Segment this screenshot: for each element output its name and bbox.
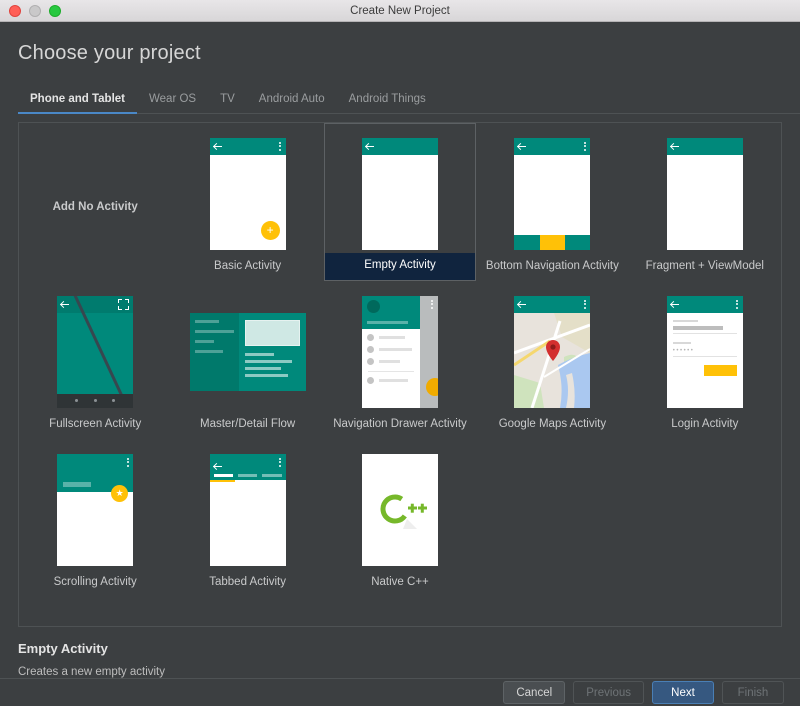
thumbnail-basic-activity: + xyxy=(210,138,286,250)
back-arrow-icon xyxy=(518,300,527,309)
thumbnail-scrolling-activity: ★ xyxy=(57,454,133,566)
template-card-label: Master/Detail Flow xyxy=(171,412,323,439)
create-new-project-dialog: Choose your project Phone and TabletWear… xyxy=(0,22,800,706)
thumbnail-master-detail xyxy=(190,313,306,391)
back-arrow-icon xyxy=(518,142,527,151)
template-card-navigation-drawer-activity[interactable]: Navigation Drawer Activity xyxy=(324,281,476,439)
template-description: Empty Activity Creates a new empty activ… xyxy=(0,627,800,678)
template-card-basic-activity[interactable]: + Basic Activity xyxy=(171,123,323,281)
template-card-label: Scrolling Activity xyxy=(19,570,171,597)
template-gallery[interactable]: Add No Activity + Basic ActivityEmpty Act… xyxy=(18,122,782,627)
back-arrow-icon xyxy=(671,142,680,151)
template-grid: Add No Activity + Basic ActivityEmpty Act… xyxy=(19,123,781,597)
tab-android-auto[interactable]: Android Auto xyxy=(247,89,337,114)
template-card-label: Bottom Navigation Activity xyxy=(476,254,628,281)
description-title: Empty Activity xyxy=(18,641,782,656)
sign-in-button-icon xyxy=(704,365,737,376)
template-thumbnail: Add No Activity xyxy=(19,133,171,281)
description-text: Creates a new empty activity xyxy=(18,666,782,678)
template-thumbnail: + xyxy=(171,133,323,254)
selected-tab-indicator xyxy=(210,480,235,483)
thumbnail-google-maps xyxy=(514,296,590,408)
template-thumbnail: •••••• xyxy=(629,291,781,412)
template-thumbnail xyxy=(324,291,476,412)
back-arrow-icon xyxy=(214,462,223,471)
thumbnail-login-activity: •••••• xyxy=(667,296,743,408)
thumbnail-empty-activity xyxy=(362,138,438,250)
map-graphic xyxy=(514,313,590,408)
detail-image-placeholder xyxy=(245,320,299,346)
back-arrow-icon xyxy=(366,142,375,151)
template-thumbnail xyxy=(171,449,323,570)
template-card-label: Google Maps Activity xyxy=(476,412,628,439)
template-card-label: Tabbed Activity xyxy=(171,570,323,597)
cpp-logo-icon xyxy=(373,489,427,531)
window-title: Create New Project xyxy=(0,5,800,17)
expand-icon xyxy=(118,299,129,310)
bottom-navigation-bar-icon xyxy=(514,235,590,250)
back-arrow-icon xyxy=(214,142,223,151)
floating-action-button-icon xyxy=(426,378,438,396)
overflow-menu-icon xyxy=(126,458,129,467)
previous-button: Previous xyxy=(573,681,644,704)
overflow-menu-icon xyxy=(279,458,282,467)
back-arrow-icon xyxy=(671,300,680,309)
template-thumbnail xyxy=(19,291,171,412)
window-titlebar: Create New Project xyxy=(0,0,800,22)
template-thumbnail xyxy=(476,133,628,254)
template-card-label: Navigation Drawer Activity xyxy=(324,412,476,439)
avatar-icon xyxy=(367,300,380,313)
template-thumbnail: ★ xyxy=(19,449,171,570)
template-thumbnail xyxy=(324,449,476,570)
page-title: Choose your project xyxy=(0,22,800,65)
template-card-scrolling-activity[interactable]: ★ Scrolling Activity xyxy=(19,439,171,597)
template-card-bottom-navigation-activity[interactable]: Bottom Navigation Activity xyxy=(476,123,628,281)
thumbnail-fragment-viewmodel xyxy=(667,138,743,250)
overflow-menu-icon xyxy=(279,142,282,151)
tab-wear-os[interactable]: Wear OS xyxy=(137,89,208,114)
template-card-add-no-activity[interactable]: Add No Activity xyxy=(19,123,171,281)
thumbnail-navigation-drawer xyxy=(362,296,438,408)
template-card-label: Fullscreen Activity xyxy=(19,412,171,439)
thumbnail-bottom-navigation xyxy=(514,138,590,250)
overflow-menu-icon xyxy=(431,300,434,309)
next-button[interactable]: Next xyxy=(652,681,714,704)
template-card-login-activity[interactable]: •••••• Login Activity xyxy=(629,281,781,439)
template-card-master-detail-flow[interactable]: Master/Detail Flow xyxy=(171,281,323,439)
system-nav-bar-icon xyxy=(57,394,133,408)
template-card-empty-activity[interactable]: Empty Activity xyxy=(324,123,476,281)
template-card-native-c-[interactable]: Native C++ xyxy=(324,439,476,597)
overflow-menu-icon xyxy=(583,300,586,309)
dialog-footer: Cancel Previous Next Finish xyxy=(0,678,800,706)
thumbnail-tabbed-activity xyxy=(210,454,286,566)
template-thumbnail xyxy=(476,291,628,412)
tab-phone-and-tablet[interactable]: Phone and Tablet xyxy=(18,89,137,114)
cancel-button[interactable]: Cancel xyxy=(503,681,565,704)
template-card-label: Basic Activity xyxy=(171,254,323,281)
floating-action-button-icon: ★ xyxy=(111,485,128,502)
template-card-google-maps-activity[interactable]: Google Maps Activity xyxy=(476,281,628,439)
template-thumbnail xyxy=(629,133,781,254)
thumbnail-fullscreen-activity xyxy=(57,296,133,408)
template-card-tabbed-activity[interactable]: Tabbed Activity xyxy=(171,439,323,597)
finish-button: Finish xyxy=(722,681,784,704)
back-arrow-icon xyxy=(61,300,70,309)
overflow-menu-icon xyxy=(583,142,586,151)
thumbnail-native-cpp xyxy=(362,454,438,566)
tab-tv[interactable]: TV xyxy=(208,89,247,114)
device-category-tabs[interactable]: Phone and TabletWear OSTVAndroid AutoAnd… xyxy=(18,89,800,114)
template-card-fullscreen-activity[interactable]: Fullscreen Activity xyxy=(19,281,171,439)
template-thumbnail xyxy=(171,291,323,412)
template-card-label: Empty Activity xyxy=(325,253,475,280)
template-card-fragment-viewmodel[interactable]: Fragment + ViewModel xyxy=(629,123,781,281)
floating-action-button-icon: + xyxy=(261,221,280,240)
template-card-label: Fragment + ViewModel xyxy=(629,254,781,281)
tab-android-things[interactable]: Android Things xyxy=(337,89,438,114)
template-card-label: Native C++ xyxy=(324,570,476,597)
template-card-label: Login Activity xyxy=(629,412,781,439)
overflow-menu-icon xyxy=(736,300,739,309)
template-card-label: Add No Activity xyxy=(53,201,138,213)
template-thumbnail xyxy=(325,134,475,253)
